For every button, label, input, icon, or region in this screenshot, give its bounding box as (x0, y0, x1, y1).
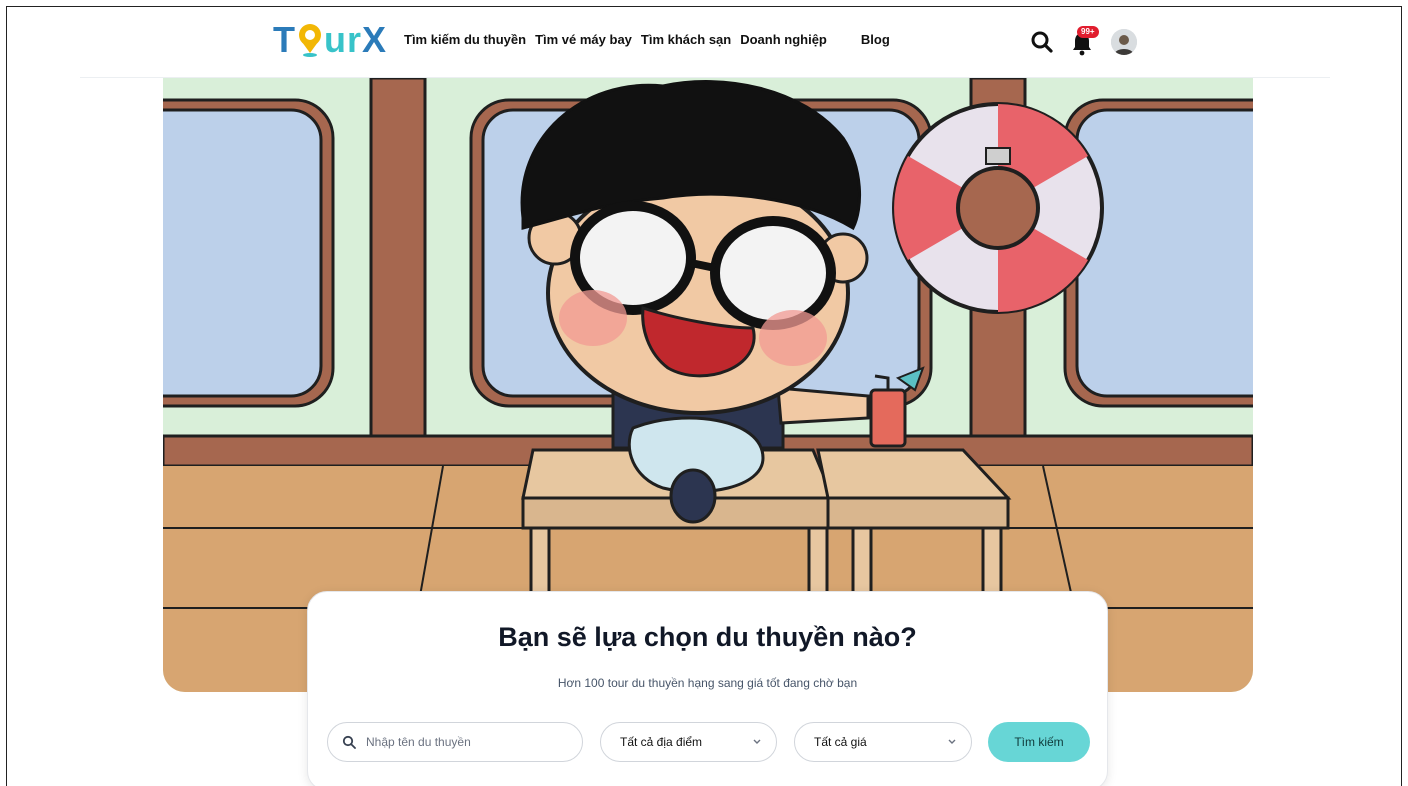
nav-hotels[interactable]: Tìm khách sạn (641, 32, 731, 47)
search-button[interactable]: Tìm kiếm (988, 722, 1090, 762)
main-nav: Tìm kiếm du thuyền Tìm vé máy bay Tìm kh… (404, 32, 899, 47)
search-card: Bạn sẽ lựa chọn du thuyền nào? Hơn 100 t… (307, 591, 1108, 786)
notification-badge: 99+ (1077, 26, 1099, 38)
nav-business[interactable]: Doanh nghiệp (740, 32, 827, 47)
price-select-value: Tất cả giá (814, 735, 867, 749)
cruise-search-field[interactable] (327, 722, 583, 762)
location-select-value: Tất cả địa điểm (620, 735, 703, 749)
hero-title: Bạn sẽ lựa chọn du thuyền nào? (498, 622, 917, 652)
tourx-logo[interactable]: T ur X (273, 20, 387, 60)
chevron-down-icon (753, 739, 761, 744)
user-avatar-icon (1111, 29, 1137, 55)
location-pin-icon (299, 24, 321, 57)
nav-search-cruise[interactable]: Tìm kiếm du thuyền (404, 32, 526, 47)
avatar[interactable] (1111, 29, 1137, 55)
nav-flights[interactable]: Tìm vé máy bay (535, 32, 632, 47)
location-select[interactable]: Tất cả địa điểm (600, 722, 777, 762)
chevron-down-icon (948, 739, 956, 744)
nav-blog[interactable]: Blog (861, 32, 890, 47)
cruise-search-input[interactable] (366, 735, 556, 749)
search-icon (342, 735, 356, 749)
price-select[interactable]: Tất cả giá (794, 722, 972, 762)
search-icon[interactable] (1030, 30, 1054, 54)
hero-subtitle: Hơn 100 tour du thuyền hạng sang giá tốt… (557, 676, 858, 690)
site-header: T ur X Tìm kiếm du thuyền Tìm vé máy bay… (0, 0, 1408, 78)
